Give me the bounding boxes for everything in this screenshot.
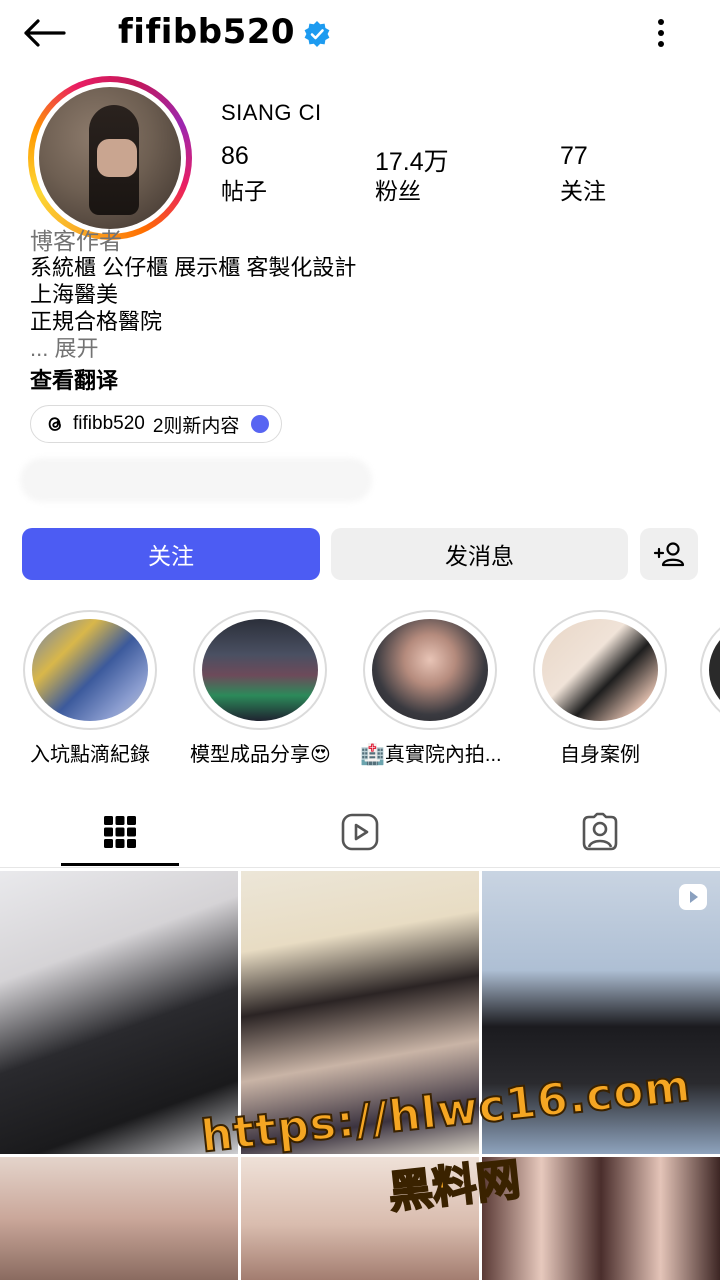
more-vertical-icon xyxy=(658,19,664,47)
avatar-story-ring[interactable] xyxy=(28,76,192,240)
arrow-left-icon xyxy=(24,19,66,47)
stat-posts-value: 86 xyxy=(221,142,249,170)
follow-button[interactable]: 关注 xyxy=(22,528,320,580)
highlight-item[interactable]: 入坑點滴紀錄 xyxy=(20,610,160,767)
profile-category: 博客作者 xyxy=(30,228,122,254)
reels-icon xyxy=(341,813,379,851)
stat-followers[interactable]: 17.4万 粉丝 xyxy=(375,142,449,206)
tab-posts-grid[interactable] xyxy=(60,798,180,866)
highlight-label: 🏥真實院內拍... xyxy=(360,744,502,766)
back-button[interactable] xyxy=(18,12,70,54)
add-person-icon xyxy=(653,542,685,567)
highlight-item[interactable]: 模型成品分享😍 xyxy=(190,610,331,767)
more-options-button[interactable] xyxy=(640,12,682,54)
threads-handle: fifibb520 xyxy=(73,413,145,434)
stat-posts-label: 帖子 xyxy=(221,178,267,204)
bio-line: 系統櫃 公仔櫃 展示櫃 客製化設計 xyxy=(30,255,357,280)
profile-tabs xyxy=(0,798,720,868)
profile-username[interactable]: fifibb520 xyxy=(118,12,295,52)
bio-line: 正規合格醫院 xyxy=(30,309,163,334)
threads-badge[interactable]: fifibb520 2则新内容 xyxy=(30,405,283,443)
grid-icon xyxy=(104,816,136,848)
message-button[interactable]: 发消息 xyxy=(331,528,628,580)
stat-followers-label: 粉丝 xyxy=(375,178,421,204)
highlight-item[interactable]: 自身案例 xyxy=(530,610,670,767)
tab-tagged[interactable] xyxy=(540,798,660,866)
see-translation-link[interactable]: 查看翻译 xyxy=(30,363,690,395)
bio-line: 上海醫美 xyxy=(30,282,119,307)
bio-section: 博客作者 系統櫃 公仔櫃 展示櫃 客製化設計 上海醫美 正規合格醫院 ... 展… xyxy=(30,222,690,395)
avatar xyxy=(39,87,181,229)
active-tab-indicator xyxy=(61,863,179,866)
highlight-item-partial[interactable] xyxy=(700,610,720,730)
highlight-label: 自身案例 xyxy=(560,744,640,766)
post-thumbnail[interactable] xyxy=(0,1157,238,1280)
stat-following[interactable]: 77 关注 xyxy=(560,142,606,206)
verified-badge-icon xyxy=(304,21,330,47)
highlight-label: 模型成品分享😍 xyxy=(190,744,331,766)
highlight-item[interactable]: 🏥真實院內拍... xyxy=(360,610,502,767)
tab-reels[interactable] xyxy=(300,798,420,866)
display-name: SIANG CI xyxy=(221,100,322,125)
watermark-site: 黑料网 xyxy=(385,1154,523,1219)
threads-icon xyxy=(48,417,61,431)
stat-following-value: 77 xyxy=(560,142,588,170)
tagged-icon xyxy=(582,812,618,851)
threads-unread-dot xyxy=(251,415,270,433)
highlight-label: 入坑點滴紀錄 xyxy=(30,744,150,766)
stat-posts[interactable]: 86 帖子 xyxy=(221,142,267,206)
suggest-users-button[interactable] xyxy=(640,528,698,580)
threads-new-posts: 2则新内容 xyxy=(152,415,240,437)
stat-following-label: 关注 xyxy=(560,178,606,204)
reel-badge-icon xyxy=(679,884,707,910)
stat-followers-value: 17.4万 xyxy=(375,148,449,176)
blurred-link xyxy=(20,458,372,502)
bio-expand-link[interactable]: ... 展开 xyxy=(30,331,690,361)
top-bar: fifibb520 xyxy=(0,0,720,66)
